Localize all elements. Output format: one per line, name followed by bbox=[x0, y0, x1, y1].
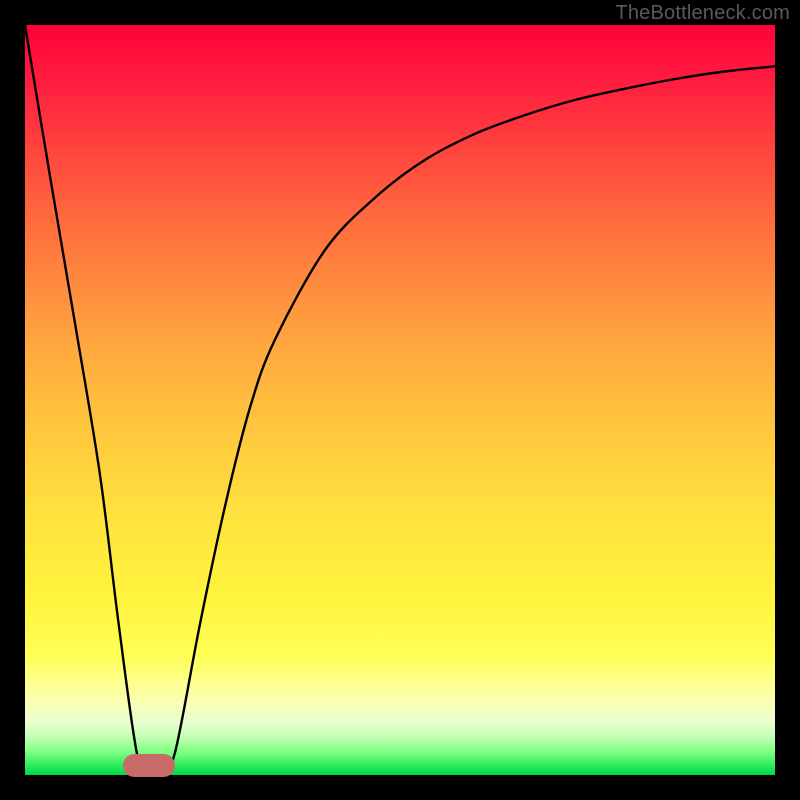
plot-area bbox=[25, 25, 775, 775]
chart-frame bbox=[0, 0, 800, 800]
watermark-text: TheBottleneck.com bbox=[615, 2, 790, 25]
curve-svg bbox=[25, 25, 775, 775]
optimal-marker bbox=[123, 754, 176, 777]
bottleneck-curve bbox=[25, 25, 775, 770]
